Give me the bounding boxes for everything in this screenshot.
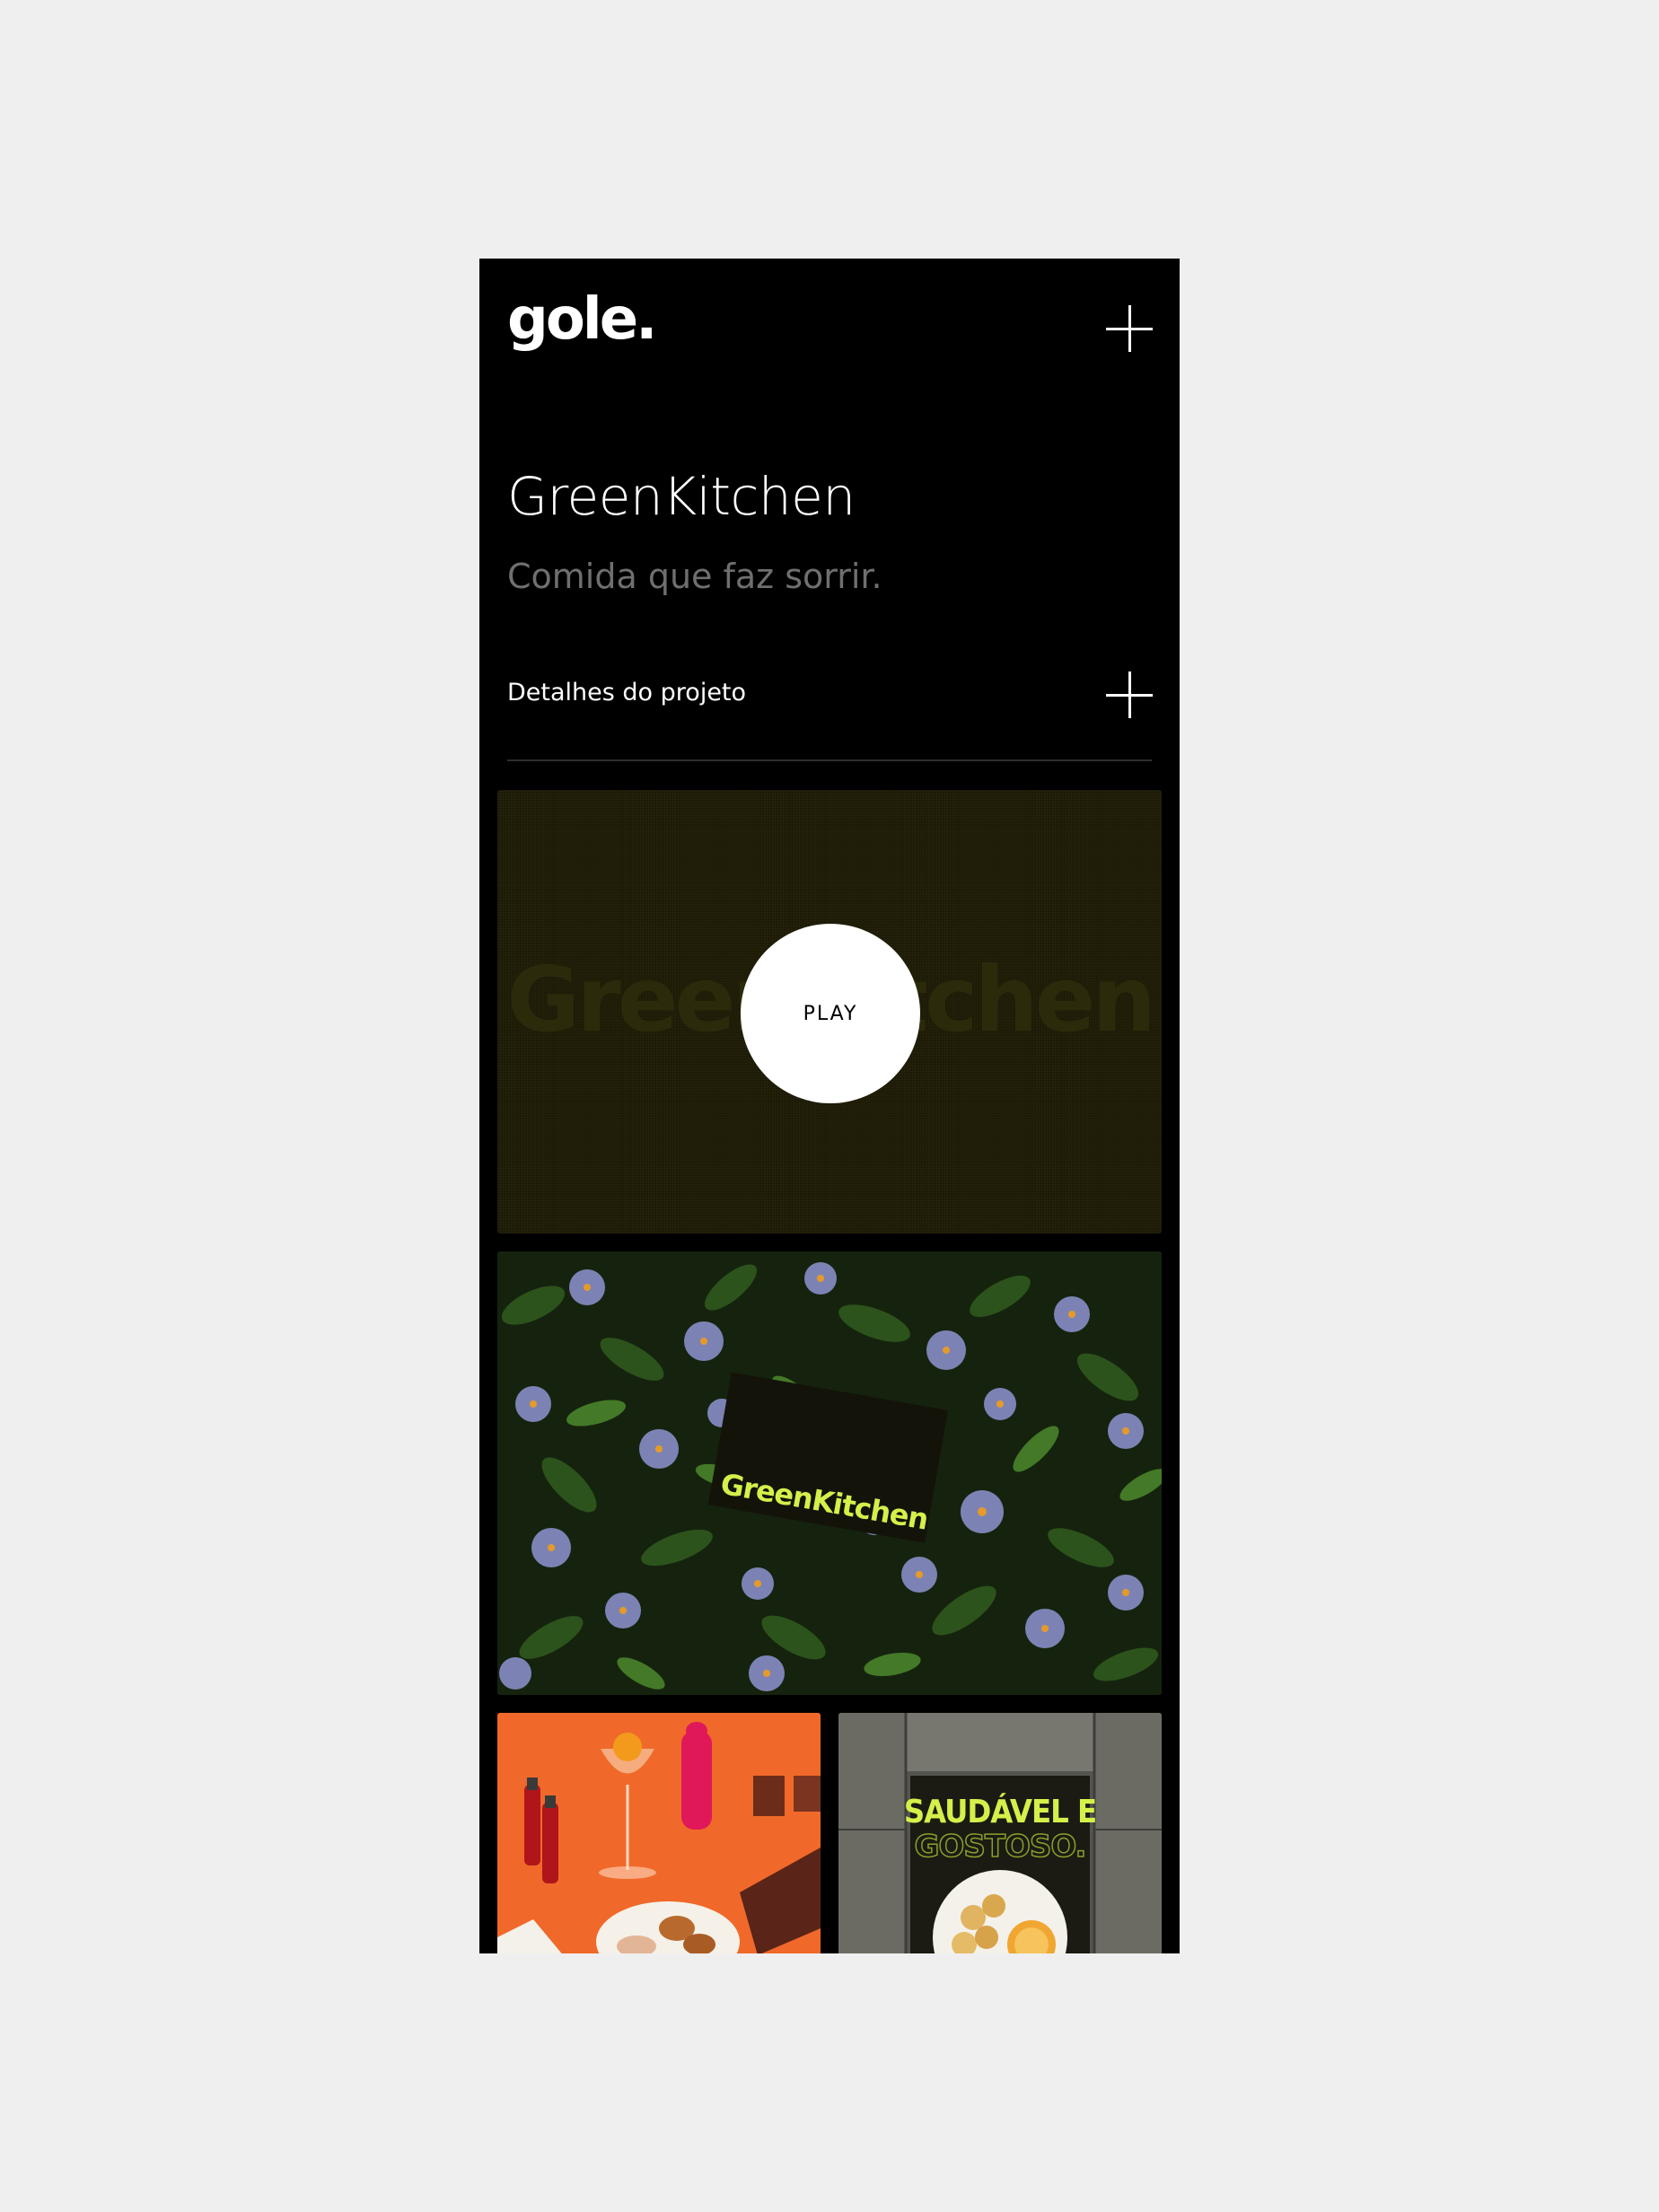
food-photo bbox=[497, 1713, 821, 1953]
gole-logo[interactable]: gole. bbox=[507, 291, 657, 348]
video-player[interactable]: GreenKitchen PLAY bbox=[497, 790, 1162, 1233]
flowers-photo: GreenKitchen bbox=[497, 1251, 1162, 1695]
play-button[interactable]: PLAY bbox=[741, 924, 920, 1103]
poster-illustration: SAUDÁVEL E GOSTOSO. bbox=[838, 1713, 1162, 1953]
project-details-plus-icon[interactable] bbox=[1106, 672, 1153, 718]
page-subtitle: Comida que faz sorrir. bbox=[507, 557, 882, 596]
poster-photo: SAUDÁVEL E GOSTOSO. bbox=[838, 1713, 1162, 1953]
phone-screen: gole. GreenKitchen Comida que faz sorrir… bbox=[479, 259, 1180, 1953]
divider bbox=[507, 759, 1152, 761]
page-title: GreenKitchen bbox=[507, 466, 856, 527]
poster-subheadline: GOSTOSO. bbox=[915, 1829, 1086, 1865]
project-details-label[interactable]: Detalhes do projeto bbox=[507, 680, 746, 705]
poster-headline: SAUDÁVEL E bbox=[904, 1793, 1096, 1830]
menu-plus-icon[interactable] bbox=[1106, 305, 1153, 352]
flowers-illustration: GreenKitchen bbox=[497, 1251, 1162, 1695]
food-illustration bbox=[497, 1713, 821, 1953]
